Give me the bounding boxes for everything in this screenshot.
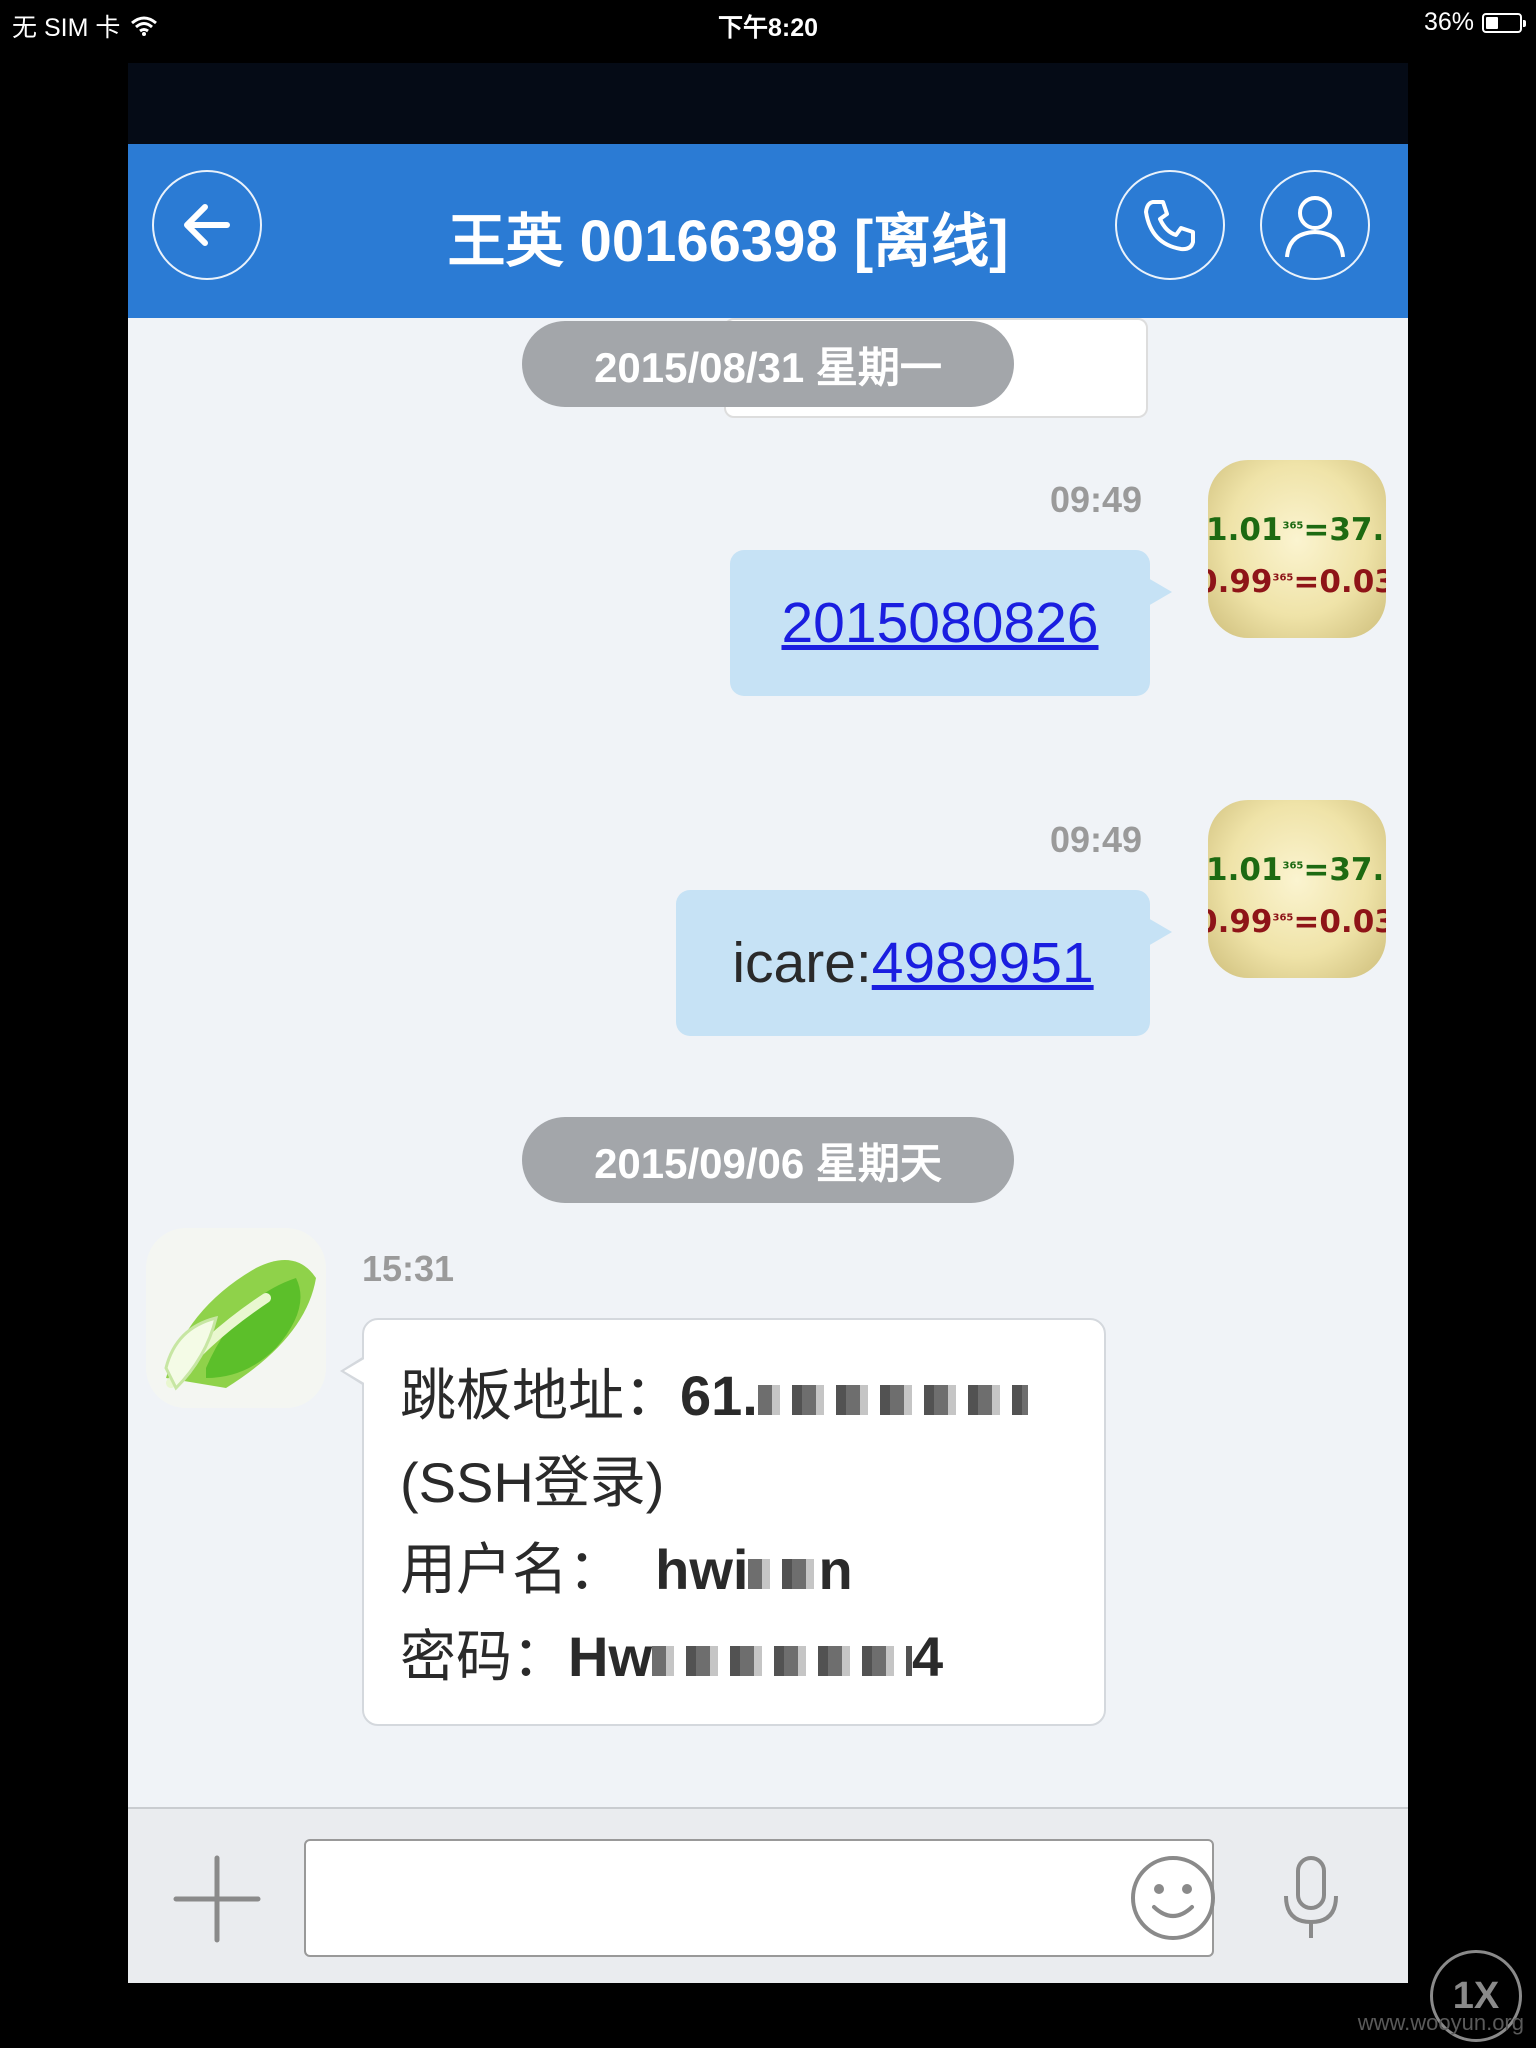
redacted-text bbox=[757, 1385, 1028, 1416]
avatar-text: 365 bbox=[1282, 520, 1304, 532]
chat-title: 王英 00166398 [离线] bbox=[447, 209, 1009, 274]
self-avatar[interactable]: 1.01365=37.8 0.99365=0.03 bbox=[1208, 800, 1386, 978]
field-label: (SSH登录) bbox=[400, 1451, 665, 1514]
person-icon bbox=[1285, 196, 1345, 258]
date-separator: 2015/09/06 星期天 bbox=[522, 1117, 1014, 1203]
message-input[interactable] bbox=[304, 1839, 1214, 1957]
avatar-text: 1.01 bbox=[1208, 512, 1283, 548]
add-attachment-icon[interactable] bbox=[172, 1854, 262, 1944]
back-arrow-icon bbox=[184, 204, 230, 246]
field-label: 密码： bbox=[400, 1625, 568, 1688]
redacted-text bbox=[748, 1559, 819, 1590]
avatar-text: 365 bbox=[1272, 572, 1294, 584]
message-time: 09:49 bbox=[1050, 819, 1143, 860]
field-value: Hw bbox=[568, 1625, 652, 1688]
message-bubble-incoming: 跳板地址：61. (SSH登录) 用户名： hwi n 密码：Hw 4 bbox=[340, 1318, 1106, 1726]
message-line: (SSH登录) bbox=[400, 1439, 1068, 1526]
avatar-text: =37.8 bbox=[1303, 852, 1386, 888]
field-label: 跳板地址： bbox=[400, 1364, 680, 1427]
microphone-icon[interactable] bbox=[1276, 1854, 1346, 1944]
contact-avatar[interactable] bbox=[146, 1228, 326, 1408]
status-bar: 无 SIM 卡 下午8:20 36% bbox=[0, 0, 1536, 44]
contact-profile-button[interactable] bbox=[1260, 170, 1370, 280]
message-bubble-outgoing: icare: 4989951 bbox=[676, 890, 1172, 1036]
avatar-text: 365 bbox=[1272, 912, 1294, 924]
avatar-text: 365 bbox=[1282, 860, 1304, 872]
message-line: 密码：Hw 4 bbox=[400, 1613, 1068, 1700]
avatar-text: 1.01 bbox=[1208, 852, 1283, 888]
field-value: 4 bbox=[912, 1625, 944, 1688]
chat-app: 王英 00166398 [离线] 2015/08/31 星期一 09:49 20… bbox=[128, 63, 1408, 1983]
field-value: 61. bbox=[680, 1364, 758, 1427]
avatar-text: 0.99 bbox=[1208, 904, 1273, 940]
watermark: www.wooyun.org bbox=[1357, 2010, 1524, 2035]
top-dark-band bbox=[128, 63, 1408, 144]
redacted-text bbox=[652, 1646, 912, 1677]
clock: 下午8:20 bbox=[717, 14, 819, 42]
message-input-bar bbox=[128, 1807, 1408, 1983]
message-bubble-outgoing: 2015080826 bbox=[730, 550, 1172, 696]
message-time: 09:49 bbox=[1050, 479, 1143, 520]
message-line: 跳板地址：61. bbox=[400, 1352, 1068, 1439]
battery-icon bbox=[1482, 12, 1526, 33]
cabbage-icon bbox=[164, 1260, 316, 1391]
field-label: 用户名： bbox=[400, 1538, 624, 1601]
battery-status: 36% bbox=[1423, 8, 1526, 37]
field-value: n bbox=[818, 1538, 853, 1601]
battery-percent: 36% bbox=[1423, 8, 1474, 36]
message-link[interactable]: 4989951 bbox=[872, 930, 1094, 996]
message-text: icare: bbox=[732, 931, 872, 995]
call-button[interactable] bbox=[1115, 170, 1225, 280]
message-line: 用户名： hwi n bbox=[400, 1526, 1068, 1613]
field-value: hwi bbox=[655, 1538, 749, 1601]
message-time: 15:31 bbox=[362, 1248, 455, 1289]
back-button[interactable] bbox=[152, 170, 262, 280]
chat-header: 王英 00166398 [离线] bbox=[128, 144, 1408, 318]
date-separator: 2015/08/31 星期一 bbox=[522, 321, 1014, 407]
message-link[interactable]: 2015080826 bbox=[781, 590, 1098, 656]
phone-icon bbox=[1144, 200, 1195, 252]
avatar-text: =37.8 bbox=[1303, 512, 1386, 548]
self-avatar[interactable]: 1.01365=37.8 0.99365=0.03 bbox=[1208, 460, 1386, 638]
avatar-text: 0.99 bbox=[1208, 564, 1273, 600]
emoji-icon[interactable] bbox=[1128, 1853, 1218, 1943]
avatar-text: =0.03 bbox=[1293, 564, 1386, 600]
avatar-text: =0.03 bbox=[1293, 904, 1386, 940]
